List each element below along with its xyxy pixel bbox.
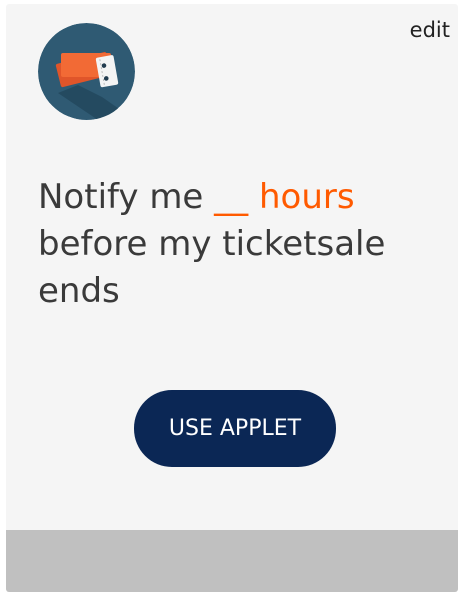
text-prefix: Notify me (38, 177, 204, 217)
applet-card: edit Notify me __ hours before my ticket… (6, 4, 458, 592)
edit-link[interactable]: edit (410, 20, 450, 41)
hours-field[interactable]: __ (214, 177, 248, 217)
text-suffix: before my ticketsale ends (38, 224, 386, 311)
applet-description: Notify me __ hours before my ticketsale … (38, 174, 438, 315)
hours-unit: hours (258, 177, 355, 217)
footer-strip (6, 530, 458, 592)
ticket-icon (38, 23, 135, 120)
use-applet-button[interactable]: USE APPLET (134, 390, 336, 467)
